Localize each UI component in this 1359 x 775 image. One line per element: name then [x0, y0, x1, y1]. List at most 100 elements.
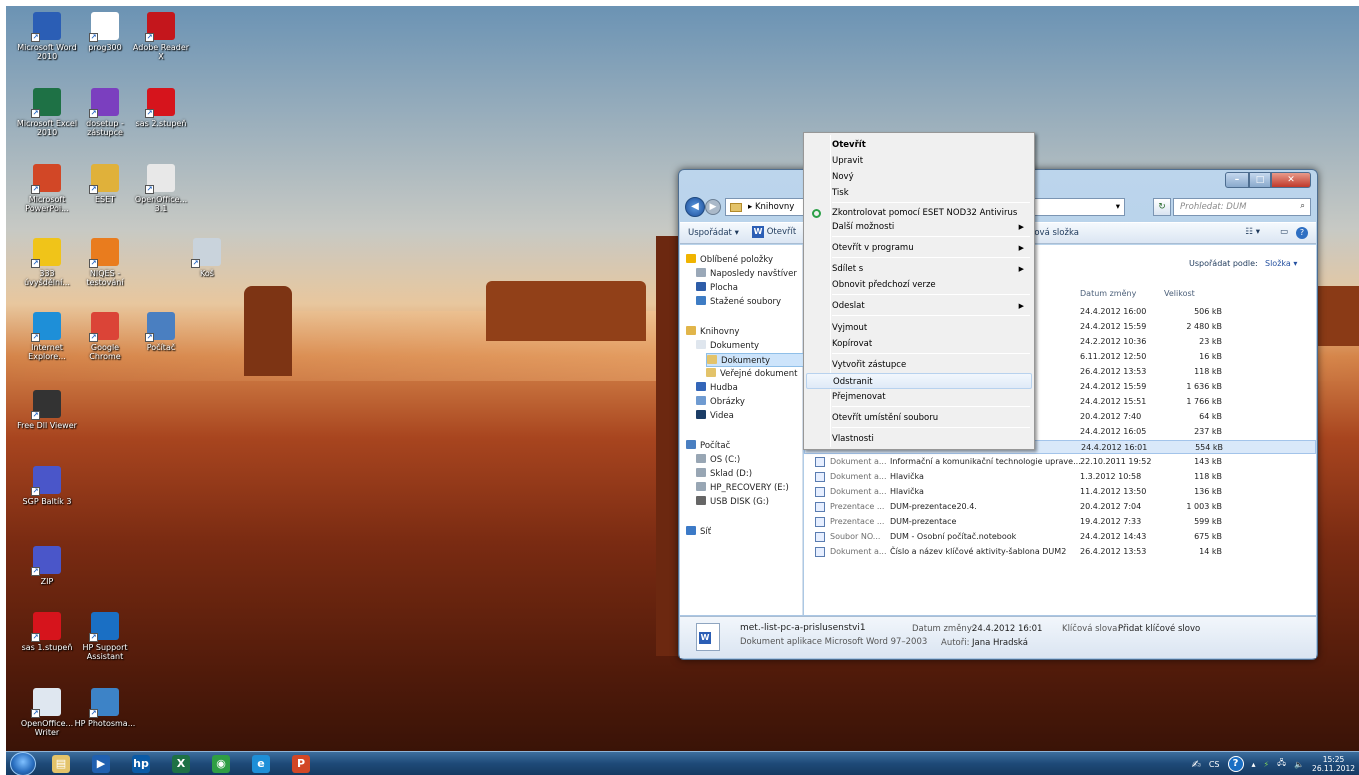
action-center-icon[interactable]: ✍	[1192, 758, 1201, 771]
column-header-size[interactable]: Velikost	[1164, 289, 1195, 298]
address-dropdown-icon[interactable]: ▾	[1116, 202, 1120, 212]
context-menu-item[interactable]: Tisk	[806, 185, 1032, 201]
context-menu-item[interactable]: Vlastnosti	[806, 431, 1032, 447]
file-row[interactable]: Dokument a... Hlavička 11.4.2012 13:50 136 …	[804, 485, 1316, 499]
desktop-icon[interactable]: ↗ HP Photosma...	[74, 688, 136, 728]
maximize-button[interactable]: □	[1249, 172, 1271, 188]
arrange-by-select[interactable]: Složka ▾	[1265, 259, 1297, 268]
context-menu-item[interactable]: Další možnosti ▶	[806, 219, 1032, 235]
back-button[interactable]: ◀	[685, 197, 705, 217]
open-button[interactable]: W Otevřít	[752, 226, 796, 238]
forward-button[interactable]: ▶	[705, 199, 721, 215]
nav-item[interactable]: Počítač	[686, 439, 730, 453]
context-menu-item[interactable]: Upravit	[806, 153, 1032, 169]
desktop-icon[interactable]: ↗ OpenOffice... Writer	[16, 688, 78, 737]
desktop-icon[interactable]: ↗ Free Dll Viewer	[16, 390, 78, 430]
context-menu-item[interactable]: Sdílet s ▶	[806, 261, 1032, 277]
context-menu-item[interactable]: Obnovit předchozí verze	[806, 277, 1032, 293]
nav-item[interactable]: Hudba	[696, 381, 738, 395]
network-icon[interactable]: 🖧	[1277, 757, 1286, 771]
nav-item[interactable]: Dokumenty	[706, 353, 806, 367]
column-header-date[interactable]: Datum změny	[1080, 289, 1136, 298]
language-indicator[interactable]: CS	[1209, 760, 1220, 769]
hp-icon[interactable]: hp	[126, 754, 156, 774]
file-row[interactable]: Prezentace ... DUM-prezentace20.4. 20.4.20…	[804, 500, 1316, 514]
nav-item[interactable]: Stažené soubory	[696, 295, 781, 309]
file-row[interactable]: Prezentace ... DUM-prezentace 19.4.2012 7:…	[804, 515, 1316, 529]
nav-item[interactable]: Dokumenty	[696, 339, 759, 353]
search-input[interactable]: Prohledat: DUM ⌕	[1173, 198, 1311, 216]
file-row[interactable]: Soubor NO... DUM - Osobní počítač.noteboo…	[804, 530, 1316, 544]
desktop-icon[interactable]: ↗ 333 úvyšdělní...	[16, 238, 78, 287]
context-menu-item[interactable]: Nový	[806, 169, 1032, 185]
desktop-icon[interactable]: ↗ Microsoft Excel 2010	[16, 88, 78, 137]
nav-item[interactable]: Obrázky	[696, 395, 745, 409]
file-row[interactable]: Dokument a... Hlavička 1.3.2012 10:58 118 k…	[804, 470, 1316, 484]
nav-item[interactable]: Veřejné dokument	[706, 367, 797, 381]
volume-icon[interactable]: 🔈	[1294, 760, 1304, 769]
breadcrumb-libraries[interactable]: Knihovny	[755, 202, 794, 212]
media-player-icon[interactable]: ▶	[86, 754, 116, 774]
details-authors[interactable]: Jana Hradská	[972, 638, 1028, 648]
nav-item[interactable]: HP_RECOVERY (E:)	[696, 481, 789, 495]
desktop-icon[interactable]: ↗ Google Chrome	[74, 312, 136, 361]
context-menu-item[interactable]: Vyjmout	[806, 320, 1032, 336]
context-menu-item[interactable]: Přejmenovat	[806, 389, 1032, 405]
powerpoint-icon[interactable]: P	[286, 754, 316, 774]
file-row[interactable]: Dokument a... Číslo a název klíčové aktiv…	[804, 545, 1316, 559]
refresh-button[interactable]: ↻	[1153, 198, 1171, 216]
context-menu-item[interactable]: Otevřít	[806, 137, 1032, 153]
preview-pane-icon[interactable]: ▭	[1280, 227, 1288, 237]
close-button[interactable]: ✕	[1271, 172, 1311, 188]
desktop-icon[interactable]: ↗ sas 2.stupeň	[130, 88, 192, 128]
desktop-icon[interactable]: ↗ ZIP	[16, 546, 78, 586]
desktop-icon[interactable]: ↗ Počítač	[130, 312, 192, 352]
file-row[interactable]: Dokument a... Informační a komunikační te…	[804, 455, 1316, 469]
nav-item[interactable]: Síť	[686, 525, 711, 539]
start-button[interactable]	[10, 752, 36, 775]
file-icon	[815, 517, 825, 527]
desktop-icon[interactable]: ↗ SGP Baltík 3	[16, 466, 78, 506]
context-menu-item[interactable]: Vytvořit zástupce	[806, 357, 1032, 373]
desktop-icon[interactable]: ↗ OpenOffice... 3.1	[130, 164, 192, 213]
clock[interactable]: 15:25 26.11.2012	[1312, 755, 1355, 773]
context-menu-item[interactable]: Otevřít v programu ▶	[806, 240, 1032, 256]
desktop-icon[interactable]: ↗ HP Support Assistant	[74, 612, 136, 661]
desktop-icon[interactable]: ↗ Microsoft PowerPoi...	[16, 164, 78, 213]
search-icon[interactable]: ⌕	[1300, 201, 1305, 211]
organize-button[interactable]: Uspořádat ▾	[688, 228, 739, 238]
nav-item[interactable]: USB DISK (G:)	[696, 495, 769, 509]
nav-item[interactable]: Plocha	[696, 281, 738, 295]
nav-item[interactable]: Naposledy navštíver	[696, 267, 797, 281]
context-menu-item[interactable]: Kopírovat	[806, 336, 1032, 352]
view-options-icon[interactable]: ☷ ▾	[1245, 227, 1260, 237]
help-icon[interactable]: ?	[1227, 756, 1244, 772]
details-keywords[interactable]: Přidat klíčové slovo	[1118, 624, 1200, 634]
nav-item[interactable]: OS (C:)	[696, 453, 740, 467]
desktop-icon[interactable]: ↗ Adobe Reader X	[130, 12, 192, 61]
desktop-icon[interactable]: ↗ sas 1.stupeň	[16, 612, 78, 652]
desktop-icon[interactable]: ↗ ESET	[74, 164, 136, 204]
explorer-folder-icon[interactable]: ▤	[46, 754, 76, 774]
nav-item[interactable]: Knihovny	[686, 325, 739, 339]
show-hidden-icons[interactable]: ▴	[1252, 760, 1256, 769]
desktop-icon[interactable]: ↗ dosetup - zástupce	[74, 88, 136, 137]
desktop-icon[interactable]: ↗ Koš	[176, 238, 238, 278]
context-menu-item[interactable]: Otevřít umístění souboru	[806, 410, 1032, 426]
context-menu-item[interactable]: Odeslat ▶	[806, 298, 1032, 314]
desktop-icon[interactable]: ↗ Microsoft Word 2010	[16, 12, 78, 61]
internet-explorer-icon[interactable]: e	[246, 754, 276, 774]
desktop-icon[interactable]: ↗ Internet Explore...	[16, 312, 78, 361]
excel-icon[interactable]: X	[166, 754, 196, 774]
nav-item[interactable]: Videa	[696, 409, 734, 423]
help-icon[interactable]: ?	[1296, 227, 1308, 239]
minimize-button[interactable]: –	[1225, 172, 1249, 188]
desktop-icon[interactable]: ↗ NIQES - testování	[74, 238, 136, 287]
nav-item[interactable]: Sklad (D:)	[696, 467, 752, 481]
nav-item[interactable]: Oblíbené položky	[686, 253, 773, 267]
chrome-icon[interactable]: ◉	[206, 754, 236, 774]
new-folder-button[interactable]: Nová složka	[1028, 228, 1079, 238]
power-icon[interactable]: ⚡	[1264, 760, 1270, 769]
desktop-icon[interactable]: ↗ prog300	[74, 12, 136, 52]
context-menu-item[interactable]: Odstranit	[806, 373, 1032, 389]
